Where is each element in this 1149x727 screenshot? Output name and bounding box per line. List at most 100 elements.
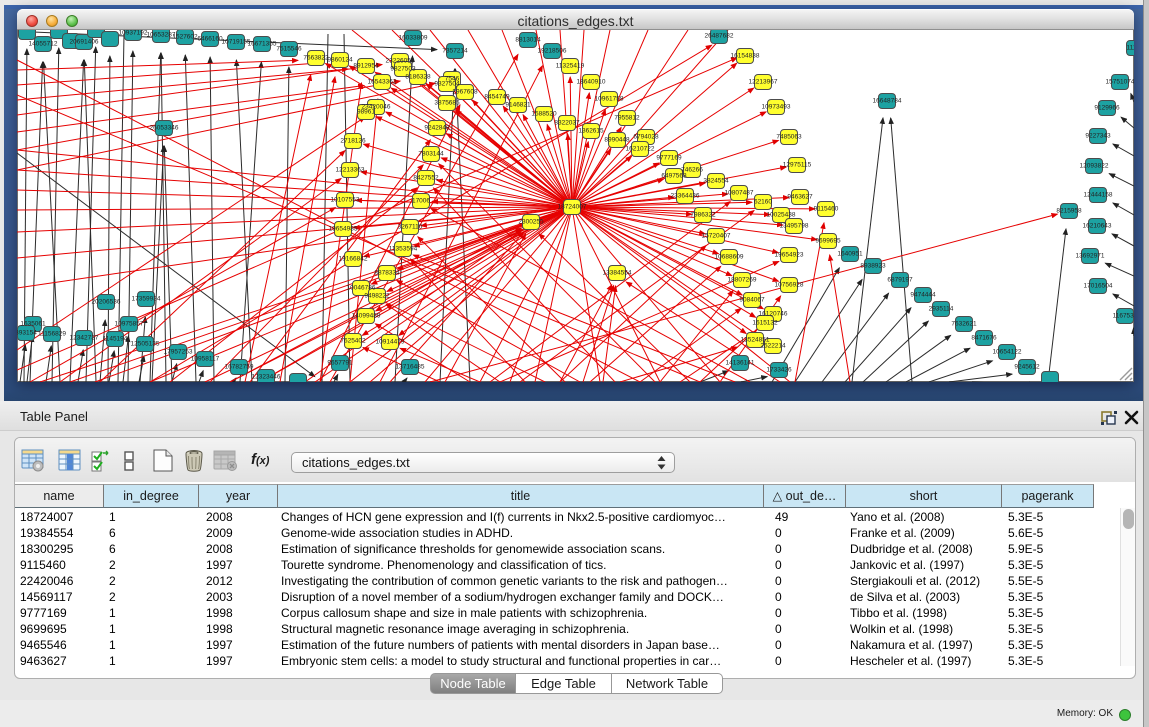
- svg-text:13692971: 13692971: [1076, 253, 1105, 260]
- svg-text:2718126: 2718126: [340, 138, 366, 145]
- svg-text:12342737: 12342737: [70, 335, 99, 342]
- svg-text:10807487: 10807487: [725, 190, 754, 197]
- svg-text:1640951: 1640951: [837, 251, 863, 258]
- svg-text:16154838: 16154838: [731, 53, 760, 60]
- svg-text:9777169: 9777169: [656, 155, 682, 162]
- svg-text:18640910: 18640910: [577, 79, 606, 86]
- svg-text:1588520: 1588520: [531, 111, 557, 118]
- svg-text:2522214: 2522214: [760, 343, 786, 350]
- svg-text:9146821: 9146821: [505, 102, 531, 109]
- svg-text:16210643: 16210643: [1083, 223, 1112, 230]
- svg-text:7803144: 7803144: [418, 151, 444, 158]
- svg-text:11156829: 11156829: [38, 331, 66, 338]
- svg-text:98961: 98961: [357, 109, 375, 116]
- svg-text:9474444: 9474444: [910, 292, 936, 299]
- svg-text:23364436: 23364436: [671, 193, 700, 200]
- svg-text:9463627: 9463627: [787, 194, 813, 201]
- svg-text:6879197: 6879197: [887, 277, 913, 284]
- svg-text:3875685: 3875685: [434, 100, 460, 107]
- svg-text:13716485: 13716485: [396, 364, 425, 371]
- svg-text:20206536: 20206536: [92, 299, 121, 306]
- svg-text:11325419: 11325419: [556, 63, 585, 70]
- svg-text:10756928: 10756928: [775, 282, 804, 289]
- svg-text:14136141: 14136141: [726, 360, 755, 367]
- svg-text:13495798: 13495798: [780, 223, 809, 230]
- svg-text:18724007: 18724007: [558, 204, 587, 211]
- svg-text:20691406: 20691406: [70, 39, 99, 46]
- svg-text:26053346: 26053346: [150, 125, 179, 132]
- svg-text:12444158: 12444158: [1084, 192, 1113, 199]
- svg-text:3267110: 3267110: [398, 224, 423, 231]
- svg-text:2935114: 2935114: [929, 306, 954, 313]
- svg-text:10961758: 10961758: [595, 96, 624, 103]
- svg-text:1527602: 1527602: [172, 34, 198, 41]
- svg-text:10107553: 10107553: [331, 197, 360, 204]
- svg-text:9245612: 9245612: [1014, 364, 1040, 371]
- svg-text:6466160: 6466160: [197, 36, 223, 43]
- svg-text:1362615: 1362615: [578, 128, 604, 135]
- svg-text:7485063: 7485063: [776, 134, 802, 141]
- svg-text:19218506: 19218506: [538, 48, 567, 55]
- svg-text:393154: 393154: [17, 330, 37, 337]
- svg-text:3824554: 3824554: [703, 178, 729, 185]
- svg-text:16671355: 16671355: [248, 41, 277, 48]
- svg-text:9227343: 9227343: [1085, 133, 1111, 140]
- svg-text:8186328: 8186328: [405, 74, 431, 81]
- svg-text:12975115: 12975115: [783, 162, 812, 169]
- svg-text:7986322: 7986322: [690, 212, 716, 219]
- svg-text:8215958: 8215958: [1056, 208, 1082, 215]
- svg-text:16543362: 16543362: [368, 79, 397, 86]
- svg-text:9657791: 9657791: [327, 360, 353, 367]
- svg-text:1615132: 1615132: [752, 320, 778, 327]
- svg-text:12093822: 12093822: [1080, 163, 1109, 170]
- svg-text:16648784: 16648784: [873, 98, 902, 105]
- svg-text:9084067: 9084067: [739, 297, 765, 304]
- svg-text:12213363: 12213363: [336, 167, 365, 174]
- svg-text:9242848: 9242848: [424, 125, 450, 132]
- svg-text:19654985: 19654985: [329, 226, 358, 233]
- svg-text:10958117: 10958117: [191, 356, 220, 363]
- svg-text:13384554: 13384554: [603, 270, 632, 277]
- svg-text:7625402: 7625402: [340, 338, 366, 345]
- svg-text:18807269: 18807269: [728, 277, 757, 284]
- svg-text:9860124: 9860124: [327, 57, 353, 64]
- svg-text:12213967: 12213967: [749, 79, 778, 86]
- svg-text:12505135: 12505135: [131, 341, 160, 348]
- svg-text:19654923: 19654923: [775, 252, 804, 259]
- svg-text:8938923: 8938923: [860, 263, 886, 270]
- svg-text:10914479: 10914479: [376, 339, 405, 346]
- svg-text:10046786: 10046786: [347, 285, 376, 292]
- svg-text:6497568: 6497568: [661, 173, 687, 180]
- svg-text:8427552: 8427552: [413, 175, 439, 182]
- svg-text:14055712: 14055712: [29, 41, 58, 48]
- svg-text:7632621: 7632621: [951, 321, 977, 328]
- svg-text:7357214: 7357214: [442, 48, 468, 55]
- svg-text:10975857: 10975857: [115, 321, 144, 328]
- svg-text:12323446: 12323446: [252, 374, 281, 381]
- svg-text:9827503: 9827503: [390, 66, 416, 73]
- svg-text:9115460: 9115460: [814, 206, 839, 213]
- svg-text:7663822: 7663822: [303, 55, 329, 62]
- svg-text:2300255: 2300255: [518, 219, 544, 226]
- svg-text:6794028: 6794028: [633, 134, 659, 141]
- svg-text:1145194: 1145194: [103, 336, 128, 343]
- svg-text:9129966: 9129966: [1094, 105, 1120, 112]
- svg-text:9327504: 9327504: [434, 81, 460, 88]
- svg-text:8322037: 8322037: [554, 120, 580, 127]
- svg-text:10025438: 10025438: [767, 212, 796, 219]
- svg-text:1167534: 1167534: [1113, 313, 1134, 320]
- svg-text:8471676: 8471676: [971, 335, 997, 342]
- svg-text:1635061: 1635061: [20, 321, 46, 328]
- svg-text:17957253: 17957253: [164, 349, 193, 356]
- svg-text:1733426: 1733426: [766, 367, 792, 374]
- svg-text:7515546: 7515546: [276, 46, 302, 53]
- svg-text:11123: 11123: [1126, 45, 1134, 52]
- svg-text:16210722: 16210722: [626, 146, 655, 153]
- svg-text:8990448: 8990448: [604, 137, 630, 144]
- svg-text:9699695: 9699695: [815, 238, 841, 245]
- svg-text:8912954: 8912954: [353, 63, 379, 70]
- svg-text:15751074: 15751074: [1106, 79, 1134, 86]
- svg-text:9498222: 9498222: [364, 293, 390, 300]
- svg-text:17016504: 17016504: [1084, 283, 1113, 290]
- svg-text:16120746: 16120746: [759, 311, 788, 318]
